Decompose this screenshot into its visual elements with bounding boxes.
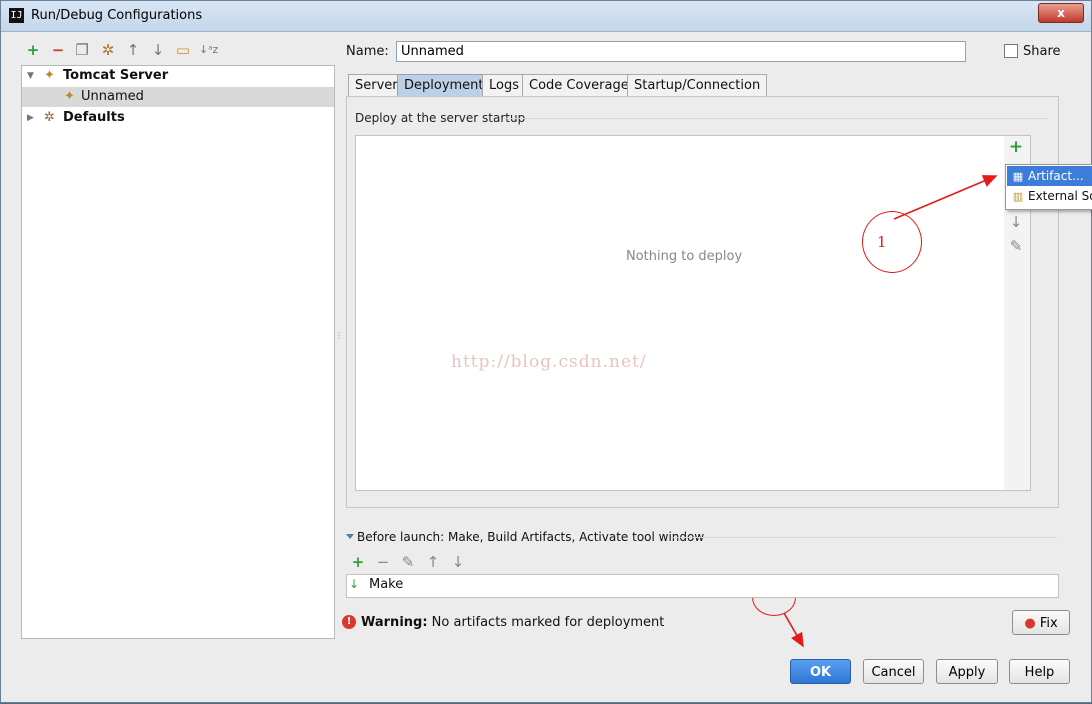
section-divider	[504, 118, 1048, 119]
expanded-arrow-icon[interactable]: ▼	[27, 66, 34, 86]
tree-item-label: Unnamed	[81, 89, 144, 104]
move-down-icon[interactable]: ↓	[149, 41, 167, 59]
deploy-section-label: Deploy at the server startup	[355, 111, 526, 125]
share-checkbox[interactable]	[1004, 44, 1018, 58]
tree-item-unnamed[interactable]: ✦ Unnamed	[22, 87, 334, 107]
menu-item-external-source[interactable]: ▥ External Source...	[1007, 186, 1092, 206]
empty-deploy-text: Nothing to deploy	[626, 249, 743, 264]
warning-message: Warning: No artifacts marked for deploym…	[361, 615, 664, 630]
collapse-triangle-icon[interactable]	[346, 534, 354, 539]
tree-item-tomcat-server[interactable]: ▼ ✦ Tomcat Server	[22, 66, 334, 86]
tab-startup-connection[interactable]: Startup/Connection	[627, 74, 768, 97]
apply-button[interactable]: Apply	[936, 659, 998, 684]
before-launch-label[interactable]: Before launch: Make, Build Artifacts, Ac…	[357, 530, 704, 544]
name-label: Name:	[346, 44, 389, 59]
bulb-icon: ●	[1024, 616, 1036, 631]
before-launch-divider	[673, 537, 1057, 538]
add-artifact-icon[interactable]: +	[1006, 137, 1026, 157]
move-task-up-icon[interactable]: ↑	[424, 553, 442, 571]
warning-title: Warning:	[361, 615, 428, 630]
share-label[interactable]: Share	[1023, 44, 1061, 59]
menu-item-label: External Source...	[1028, 189, 1092, 203]
cancel-button[interactable]: Cancel	[863, 659, 924, 684]
warning-text: No artifacts marked for deployment	[431, 615, 665, 630]
help-button[interactable]: Help	[1009, 659, 1070, 684]
annotation-circle-1	[862, 211, 922, 273]
wrench-icon[interactable]: ✲	[99, 41, 117, 59]
window-title: Run/Debug Configurations	[31, 8, 203, 23]
annotation-number-1: 1	[877, 233, 887, 251]
collapsed-arrow-icon[interactable]: ▶	[27, 108, 34, 128]
tomcat-icon: ✦	[44, 68, 55, 83]
add-deploy-popup-menu: ▦ Artifact... ▥ External Source...	[1005, 164, 1092, 210]
add-icon[interactable]: +	[24, 41, 42, 59]
artifact-icon: ▦	[1012, 170, 1024, 183]
menu-item-label: Artifact...	[1028, 169, 1084, 183]
close-window-button[interactable]: x	[1038, 3, 1084, 23]
deploy-list[interactable]	[355, 135, 1005, 491]
move-down-icon[interactable]: ↓	[1006, 213, 1026, 231]
warning-icon: !	[342, 615, 356, 629]
tree-item-label: Defaults	[63, 110, 125, 125]
tree-item-label: Tomcat Server	[63, 68, 169, 83]
title-bar[interactable]: IJ Run/Debug Configurations x	[1, 1, 1091, 32]
edit-icon[interactable]: ✎	[1006, 237, 1026, 255]
edit-task-icon[interactable]: ✎	[399, 553, 417, 571]
fix-button[interactable]: ● Fix	[1012, 610, 1070, 635]
move-task-down-icon[interactable]: ↓	[449, 553, 467, 571]
tab-code-coverage[interactable]: Code Coverage	[522, 74, 636, 97]
tab-logs[interactable]: Logs	[482, 74, 526, 97]
sort-icon[interactable]: ↓ᵃz	[199, 41, 218, 59]
run-debug-dialog: IJ Run/Debug Configurations x + − ❐ ✲ ↑ …	[0, 0, 1092, 703]
tree-item-defaults[interactable]: ▶ ✲ Defaults	[22, 108, 334, 128]
name-input[interactable]	[396, 41, 966, 62]
add-task-icon[interactable]: +	[349, 553, 367, 571]
folder-icon[interactable]: ▭	[174, 41, 192, 59]
menu-item-artifact[interactable]: ▦ Artifact...	[1007, 166, 1092, 186]
fix-button-label: Fix	[1039, 616, 1058, 631]
remove-icon[interactable]: −	[49, 41, 67, 59]
intellij-app-icon: IJ	[9, 8, 24, 23]
before-launch-task-list[interactable]: ↓ Make	[346, 574, 1059, 598]
tab-deployment[interactable]: Deployment	[397, 74, 491, 97]
task-item-make[interactable]: Make	[369, 577, 403, 592]
move-up-icon[interactable]: ↑	[124, 41, 142, 59]
make-icon: ↓	[349, 577, 360, 591]
ok-button[interactable]: OK	[790, 659, 851, 684]
external-source-icon: ▥	[1012, 190, 1024, 203]
wrench-icon: ✲	[44, 110, 55, 125]
splitter-handle[interactable]: ⋮	[335, 331, 343, 345]
watermark: http://blog.csdn.net/	[451, 352, 647, 372]
tomcat-icon: ✦	[64, 89, 75, 104]
copy-icon[interactable]: ❐	[73, 41, 91, 59]
remove-task-icon[interactable]: −	[374, 553, 392, 571]
configuration-tree[interactable]: ▼ ✦ Tomcat Server ✦ Unnamed ▶ ✲ Defaults	[21, 65, 335, 639]
